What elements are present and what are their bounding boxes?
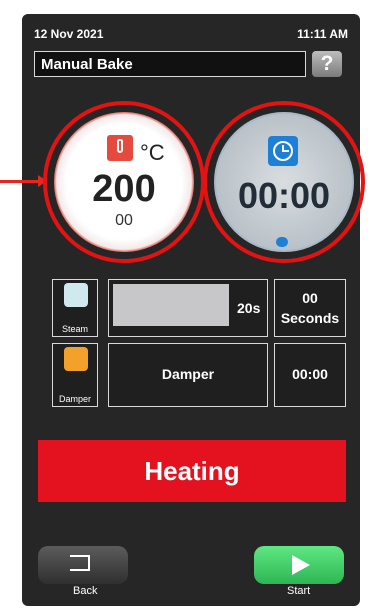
heating-status-button[interactable]: Heating — [38, 440, 346, 502]
status-date: 12 Nov 2021 — [34, 27, 104, 41]
status-time: 11:11 AM — [297, 27, 348, 41]
back-button[interactable] — [38, 546, 128, 584]
clock-hand-icon — [283, 150, 289, 152]
timer-value: 00:00 — [237, 175, 331, 216]
steam-value-line1: 00 — [302, 290, 318, 306]
thermometer-glyph-icon — [117, 139, 123, 153]
help-button[interactable]: ? — [312, 51, 342, 77]
damper-value: 00:00 — [292, 366, 328, 382]
damper-button[interactable]: Damper — [52, 343, 98, 407]
steam-button[interactable]: Steam — [52, 279, 98, 337]
program-name-field[interactable]: Manual Bake — [34, 51, 306, 77]
steam-progress-fill — [113, 284, 229, 326]
steam-icon — [64, 283, 88, 307]
steam-label: Steam — [61, 324, 88, 334]
steam-progress-box[interactable]: 20s — [108, 279, 268, 337]
damper-value-box[interactable]: 00:00 — [274, 343, 346, 407]
start-label: Start — [287, 585, 311, 597]
back-label: Back — [73, 585, 98, 597]
steam-value-line2: Seconds — [280, 310, 340, 326]
damper-icon — [64, 347, 88, 371]
timer-drag-knob[interactable] — [276, 237, 288, 247]
temperature-unit: °C — [140, 140, 165, 165]
damper-center-text: Damper — [161, 366, 215, 382]
start-button[interactable] — [254, 546, 344, 584]
back-icon — [70, 555, 90, 571]
status-bar: 12 Nov 2021 11:11 AM — [34, 27, 348, 45]
damper-label: Damper — [58, 394, 91, 404]
steam-value-box[interactable]: 00 Seconds — [274, 279, 346, 337]
steam-progress-text: 20s — [237, 300, 261, 316]
damper-box[interactable]: Damper — [108, 343, 268, 407]
play-icon — [292, 555, 310, 575]
